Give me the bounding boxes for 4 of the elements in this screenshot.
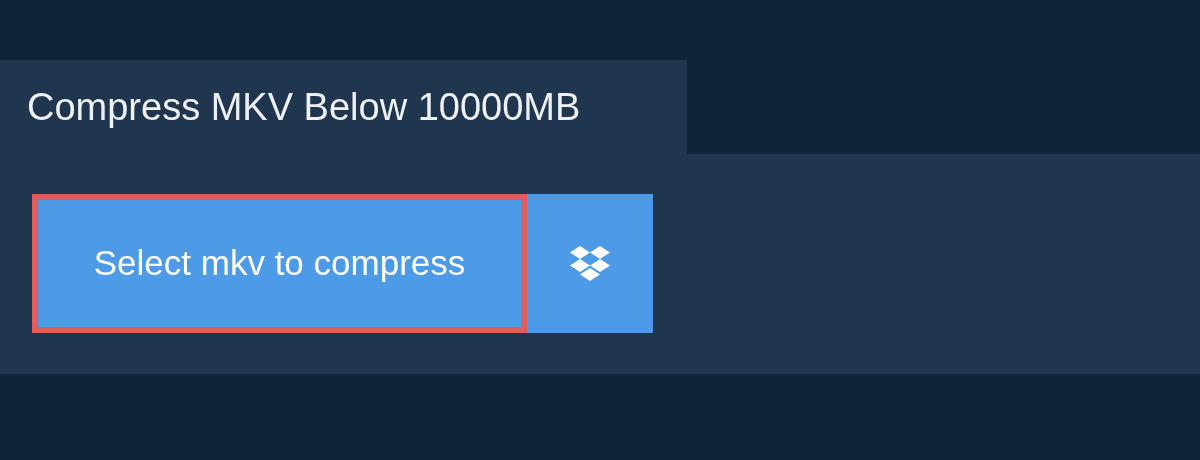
tab-title: Compress MKV Below 10000MB: [27, 84, 581, 130]
diamonds-icon: [569, 245, 611, 282]
select-file-button[interactable]: Select mkv to compress: [32, 194, 527, 333]
cloud-upload-button[interactable]: [527, 194, 653, 333]
